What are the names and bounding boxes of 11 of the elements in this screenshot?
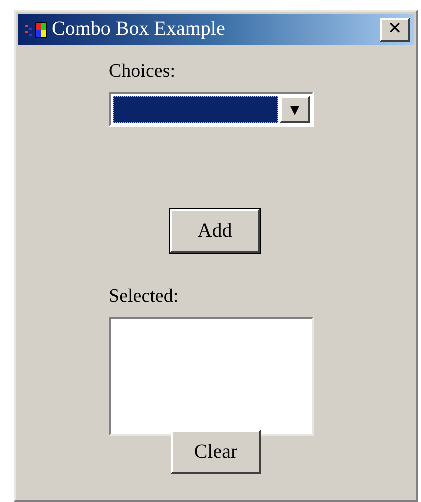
window-title: Combo Box Example xyxy=(52,18,226,41)
combo-text-area[interactable] xyxy=(113,96,278,123)
choices-combo-box[interactable]: ▼ xyxy=(109,92,314,127)
add-button[interactable]: Add xyxy=(170,209,260,253)
clear-button[interactable]: Clear xyxy=(171,430,261,474)
selected-label: Selected: xyxy=(109,285,179,309)
dropdown-button[interactable]: ▼ xyxy=(280,96,310,123)
window-icon xyxy=(24,20,48,38)
close-button[interactable]: ✕ xyxy=(380,18,410,42)
selected-list-box[interactable] xyxy=(109,317,314,436)
choices-label: Choices: xyxy=(109,60,176,84)
